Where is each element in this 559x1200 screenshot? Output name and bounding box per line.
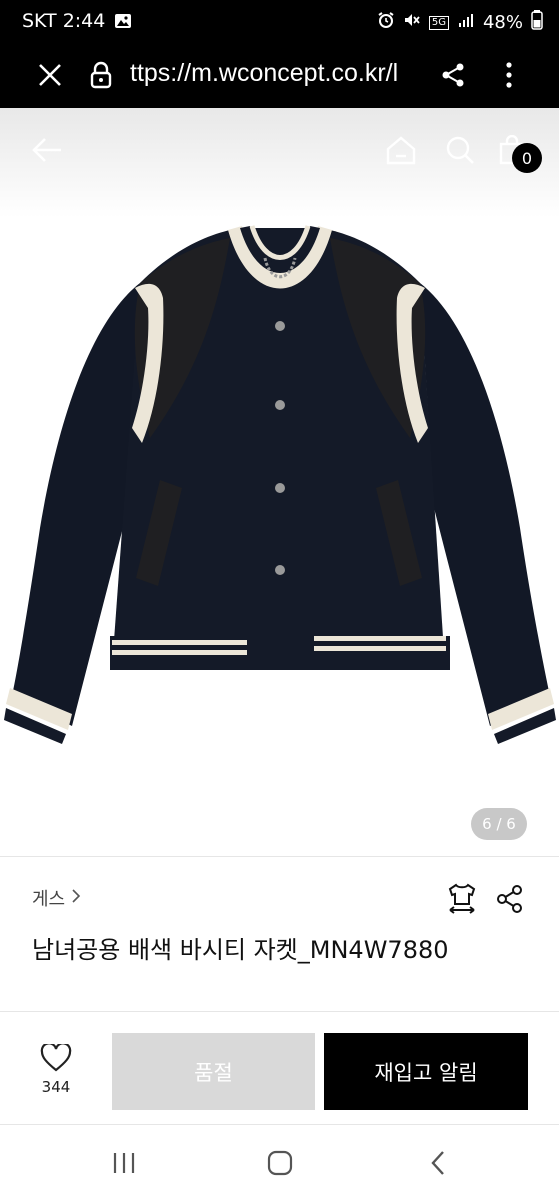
brand-name: 게스 bbox=[32, 889, 66, 910]
lock-icon bbox=[81, 55, 121, 95]
share-icon[interactable] bbox=[433, 55, 473, 95]
heart-icon bbox=[40, 1042, 72, 1076]
share-icon[interactable] bbox=[492, 880, 528, 918]
back-arrow-icon[interactable] bbox=[25, 128, 69, 172]
more-menu-icon[interactable] bbox=[489, 55, 529, 95]
recent-apps-icon[interactable] bbox=[102, 1143, 146, 1183]
soldout-button[interactable]: 품절 bbox=[112, 1033, 315, 1110]
alarm-icon bbox=[377, 11, 395, 34]
like-count: 344 bbox=[41, 1078, 71, 1096]
divider bbox=[0, 1011, 559, 1012]
cart-count-badge: 0 bbox=[512, 143, 542, 173]
system-nav-bar bbox=[0, 1125, 559, 1200]
carrier-time: SKT 2:44 bbox=[22, 10, 106, 32]
battery-icon bbox=[531, 10, 543, 35]
search-icon[interactable] bbox=[438, 128, 482, 172]
mute-icon bbox=[403, 11, 421, 34]
browser-url-bar: ttps://m.wconcept.co.kr/l bbox=[0, 42, 559, 108]
status-bar: SKT 2:44 5G 48% bbox=[0, 0, 559, 42]
image-page-indicator: 6 / 6 bbox=[471, 808, 527, 840]
home-button-icon[interactable] bbox=[258, 1143, 302, 1183]
product-image-gallery[interactable] bbox=[0, 108, 559, 856]
size-guide-icon[interactable] bbox=[444, 880, 480, 918]
home-icon[interactable] bbox=[379, 128, 423, 172]
battery-percent: 48% bbox=[482, 12, 523, 33]
back-nav-icon[interactable] bbox=[416, 1143, 460, 1183]
restock-alert-button[interactable]: 재입고 알림 bbox=[324, 1033, 528, 1110]
brand-link[interactable]: 게스 bbox=[32, 885, 81, 911]
url-text[interactable]: ttps://m.wconcept.co.kr/l bbox=[130, 59, 418, 88]
signal-icon bbox=[457, 11, 475, 34]
network-icon: 5G bbox=[428, 15, 449, 30]
gallery-notification-icon bbox=[114, 12, 132, 34]
chevron-right-icon bbox=[71, 888, 81, 909]
like-button[interactable]: 344 bbox=[28, 1042, 84, 1096]
close-icon[interactable] bbox=[30, 55, 70, 95]
product-image bbox=[4, 225, 556, 744]
divider bbox=[0, 856, 559, 857]
product-title: 남녀공용 배색 바시티 자켓_MN4W7880 bbox=[32, 936, 449, 964]
